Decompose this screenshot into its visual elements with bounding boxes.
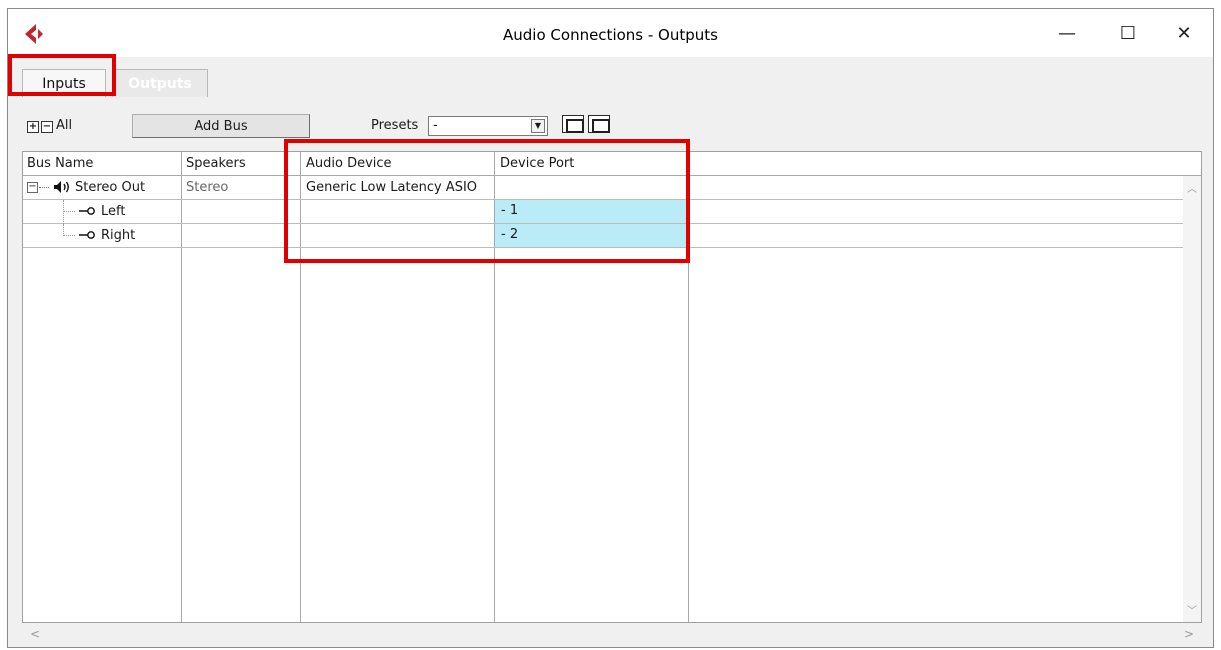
speakers-cell[interactable]: Stereo — [186, 180, 228, 195]
close-button[interactable]: ✕ — [1161, 9, 1207, 57]
column-header-bus-name[interactable]: Bus Name — [27, 156, 93, 171]
bus-name-cell[interactable]: Right — [101, 228, 135, 243]
highlight-box — [8, 54, 116, 96]
title-bar: Audio Connections - Outputs — ☐ ✕ — [8, 9, 1213, 57]
vertical-scrollbar[interactable]: ︿ ﹀ — [1183, 176, 1201, 622]
tree-connector — [63, 235, 75, 236]
remove-preset-icon[interactable] — [588, 115, 610, 133]
highlight-box — [284, 139, 690, 263]
channel-port-icon — [79, 231, 95, 239]
store-preset-icon[interactable] — [562, 115, 584, 133]
tree-connector — [39, 187, 49, 188]
column-header-speakers[interactable]: Speakers — [186, 156, 246, 171]
audio-connections-window: Audio Connections - Outputs — ☐ ✕ Inputs… — [7, 8, 1214, 648]
horizontal-scrollbar[interactable]: < > — [22, 625, 1202, 645]
window-title: Audio Connections - Outputs — [503, 26, 718, 44]
collapse-all-button[interactable]: − — [41, 121, 53, 133]
presets-dropdown[interactable]: - ▼ — [428, 116, 548, 136]
tab-bar: Inputs Outputs — [8, 57, 1213, 97]
expand-all-button[interactable]: + — [27, 121, 39, 133]
scroll-right-icon[interactable]: > — [1184, 627, 1194, 641]
presets-value: - — [433, 118, 438, 133]
minimize-button[interactable]: — — [1044, 9, 1090, 57]
scroll-up-icon[interactable]: ︿ — [1183, 180, 1201, 196]
bus-name-cell[interactable]: Stereo Out — [75, 180, 145, 195]
add-bus-button[interactable]: Add Bus — [132, 114, 310, 138]
tree-connector — [63, 200, 64, 224]
tab-outputs[interactable]: Outputs — [112, 69, 208, 97]
collapse-node-icon[interactable]: − — [27, 182, 38, 193]
maximize-button[interactable]: ☐ — [1105, 9, 1151, 57]
bus-name-cell[interactable]: Left — [101, 204, 125, 219]
scroll-left-icon[interactable]: < — [30, 627, 40, 641]
scroll-down-icon[interactable]: ﹀ — [1183, 602, 1201, 618]
presets-label: Presets — [371, 118, 419, 133]
all-label: All — [56, 118, 73, 133]
tree-connector — [63, 211, 75, 212]
chevron-down-icon[interactable]: ▼ — [531, 119, 545, 133]
speaker-icon — [54, 181, 69, 193]
channel-port-icon — [79, 207, 95, 215]
